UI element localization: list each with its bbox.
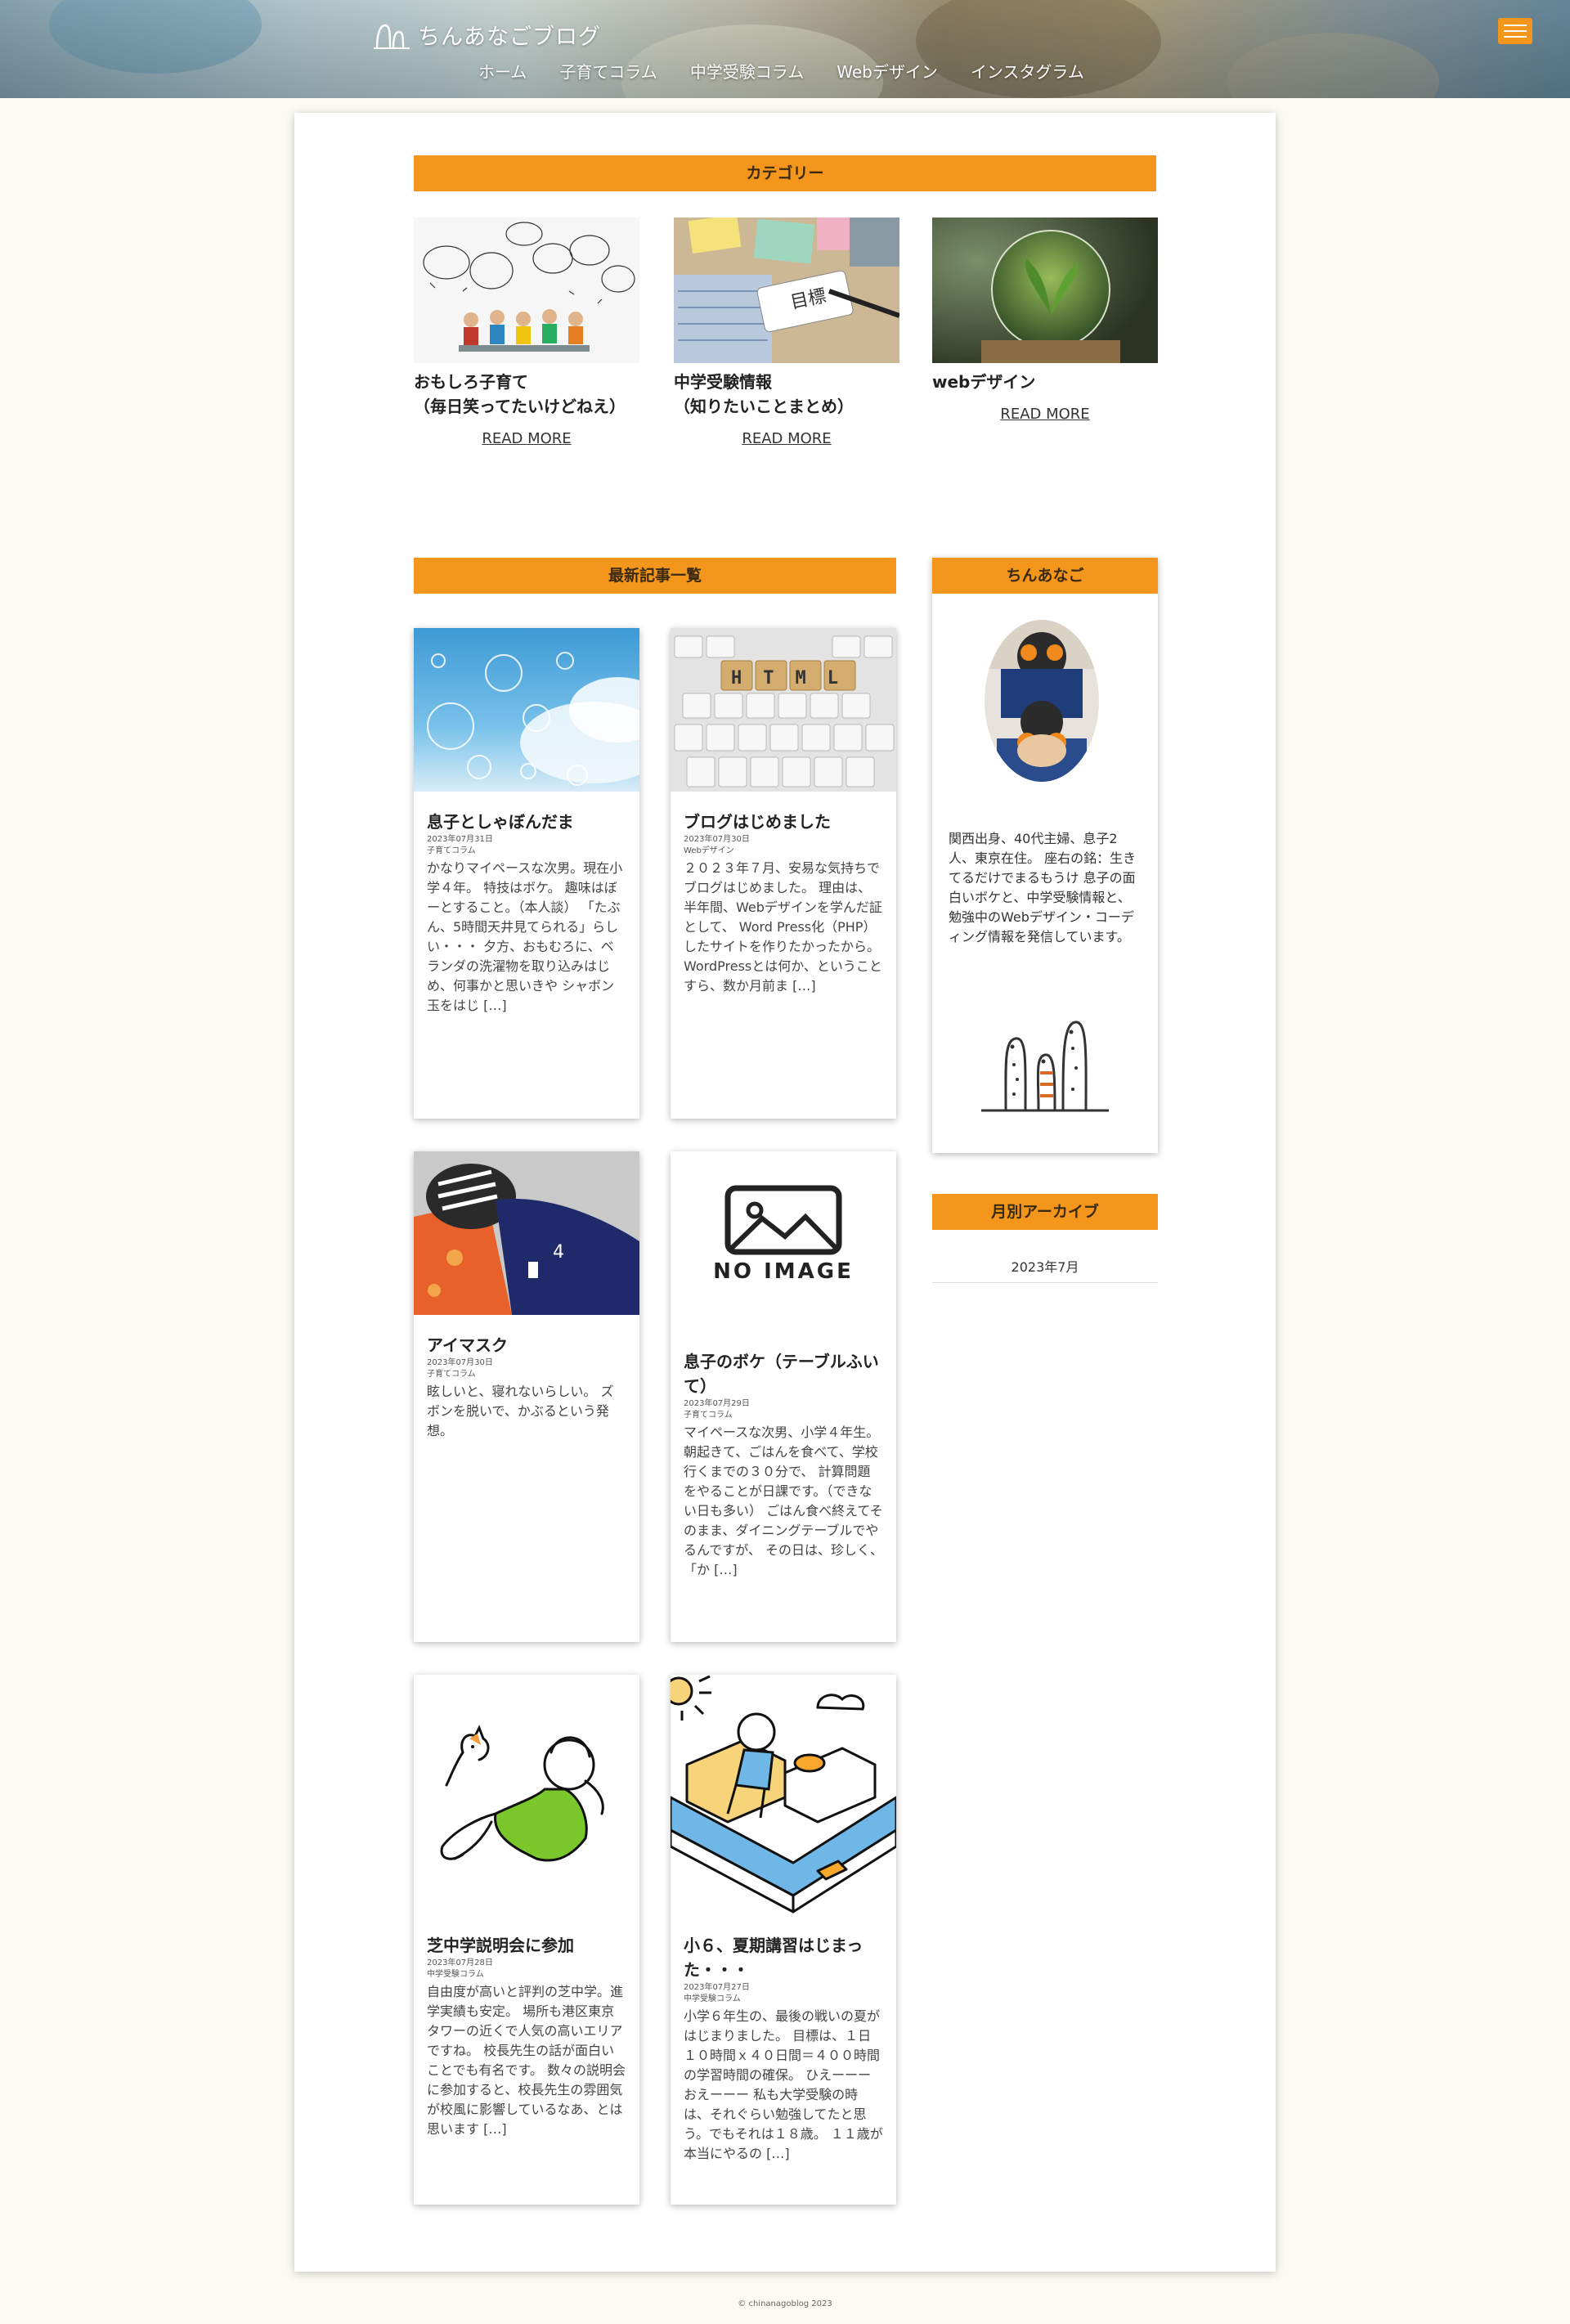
global-nav: ホーム 子育てコラム 中学受験コラム Webデザイン インスタグラム — [478, 59, 1084, 83]
post-thumbnail[interactable] — [671, 1675, 896, 1920]
notebook-stationery-photo — [674, 218, 899, 363]
site-title: ちんあなごブログ — [418, 24, 601, 50]
category-heading: カテゴリー — [414, 155, 1156, 191]
post-date: 2023年07月27日 — [684, 1983, 750, 1992]
children-reading-illustration — [423, 222, 635, 352]
category-title[interactable]: 中学受験情報 （知りたいことまとめ） — [674, 370, 899, 419]
post-title[interactable]: 息子としゃぼんだま — [427, 810, 626, 834]
post-category[interactable]: 子育てコラム — [427, 1369, 626, 1380]
soap-bubbles-photo — [427, 652, 639, 786]
category-title[interactable]: おもしろ子育て （毎日笑ってたいけどねえ） — [414, 370, 639, 419]
read-more-link[interactable]: READ MORE — [674, 430, 899, 447]
post-card[interactable]: NO IMAGE 息子のボケ（テーブルふいて） 2023年07月29日 子育てコ… — [671, 1151, 896, 1642]
post-date: 2023年07月29日 — [684, 1399, 750, 1408]
category-thumbnail[interactable]: 目標 — [674, 218, 899, 363]
nav-exam[interactable]: 中学受験コラム — [690, 59, 804, 83]
category-thumbnail[interactable] — [932, 218, 1158, 363]
post-category[interactable]: 中学受験コラム — [684, 1994, 883, 2005]
child-studying-illustration — [671, 1675, 896, 1913]
post-title[interactable]: アイマスク — [427, 1333, 626, 1357]
keyboard-html-blocks-photo — [671, 628, 896, 792]
no-image-placeholder-icon — [724, 1185, 842, 1255]
person-relaxing-with-cat-illustration — [440, 1725, 604, 1862]
read-more-link[interactable]: READ MORE — [414, 430, 639, 447]
post-title[interactable]: ブログはじめました — [684, 810, 883, 834]
jersey-number: 4 — [553, 1242, 564, 1263]
post-thumbnail[interactable]: NO IMAGE — [671, 1151, 896, 1339]
post-excerpt: かなりマイペースな次男。現在小学４年。 特技はボケ。 趣味はぼーとすること。（本… — [427, 860, 623, 1013]
post-category[interactable]: 中学受験コラム — [427, 1969, 626, 1981]
menu-icon-line — [1504, 36, 1527, 38]
profile-widget: ちんあなご 関西出身、40代主婦、息子2人、東京在住。 座右の銘：生きてるだけで… — [932, 558, 1158, 1153]
category-card[interactable]: 目標 中学受験情報 （知りたいことまとめ） READ MORE — [674, 218, 899, 447]
post-category[interactable]: 子育てコラム — [684, 1410, 883, 1421]
archive-heading: 月別アーカイブ — [932, 1194, 1158, 1230]
latest-posts-heading: 最新記事一覧 — [414, 558, 896, 594]
post-date: 2023年07月28日 — [427, 1958, 493, 1967]
post-card[interactable]: 4 アイマスク 2023年07月30日 子育てコラム 眩しいと、寝れないらしい。… — [414, 1151, 639, 1642]
nav-webdesign[interactable]: Webデザイン — [837, 59, 938, 83]
nav-parenting[interactable]: 子育てコラム — [559, 59, 657, 83]
profile-heading: ちんあなご — [932, 558, 1158, 594]
garden-eel-logo-icon — [374, 24, 410, 49]
post-card[interactable]: 息子としゃぼんだま 2023年07月31日 子育てコラム かなりマイペースな次男… — [414, 628, 639, 1119]
post-thumbnail[interactable] — [414, 1675, 639, 1920]
glass-sphere-plant-photo — [932, 218, 1158, 363]
avatar — [985, 620, 1099, 782]
category-card[interactable]: webデザイン READ MORE — [932, 218, 1158, 423]
post-category[interactable]: Webデザイン — [684, 846, 883, 857]
garden-eel-illustration — [981, 1021, 1109, 1112]
post-excerpt: ２０２３年７月、安易な気持ちでブログはじめました。 理由は、半年間、Webデザイ… — [684, 860, 882, 994]
hamburger-menu-button[interactable] — [1498, 18, 1532, 44]
post-category[interactable]: 子育てコラム — [427, 846, 626, 857]
main-content: カテゴリー おもしろ子育て （毎日笑ってたいけどねえ） READ MORE 目標… — [294, 113, 1276, 2272]
post-title[interactable]: 芝中学説明会に参加 — [427, 1933, 626, 1958]
post-card[interactable]: 芝中学説明会に参加 2023年07月28日 中学受験コラム 自由度が高いと評判の… — [414, 1675, 639, 2205]
post-title[interactable]: 小６、夏期講習はじまった・・・ — [684, 1933, 883, 1982]
post-card[interactable]: 小６、夏期講習はじまった・・・ 2023年07月27日 中学受験コラム 小学６年… — [671, 1675, 896, 2205]
boy-sleeping-eye-mask-photo: 4 — [414, 1151, 639, 1315]
post-excerpt: 眩しいと、寝れないらしい。 ズボンを脱いで、かぶるという発想。 — [427, 1384, 614, 1438]
category-title[interactable]: webデザイン — [932, 370, 1158, 394]
post-card[interactable]: HTML ブログはじめました 2023年07月30日 Webデザイン ２０２３年… — [671, 628, 896, 1119]
post-excerpt: 自由度が高いと評判の芝中学。進学実績も安定。 場所も港区東京タワーの近くで人気の… — [427, 1984, 626, 2137]
menu-icon-line — [1504, 25, 1527, 26]
category-card[interactable]: おもしろ子育て （毎日笑ってたいけどねえ） READ MORE — [414, 218, 639, 447]
html-blocks-text: HTML — [731, 668, 859, 689]
post-thumbnail[interactable]: HTML — [671, 628, 896, 792]
post-date: 2023年07月30日 — [427, 1358, 493, 1367]
children-with-oranges-photo — [985, 620, 1099, 782]
post-excerpt: マイペースな次男、小学４年生。 朝起きて、ごはんを食べて、学校行くまでの３０分で… — [684, 1424, 883, 1577]
archive-month-link[interactable]: 2023年7月 — [932, 1256, 1158, 1283]
site-header: ちんあなごブログ ホーム 子育てコラム 中学受験コラム Webデザイン インスタ… — [0, 0, 1570, 98]
menu-icon-line — [1504, 30, 1527, 32]
post-thumbnail[interactable]: 4 — [414, 1151, 639, 1315]
read-more-link[interactable]: READ MORE — [932, 406, 1158, 423]
post-excerpt: 小学６年生の、最後の戦いの夏がはじまりました。 目標は、１日１０時間ｘ４０日間＝… — [684, 2008, 883, 2161]
category-thumbnail[interactable] — [414, 218, 639, 363]
profile-bio: 関西出身、40代主婦、息子2人、東京在住。 座右の銘：生きてるだけでまるもうけ … — [949, 831, 1137, 944]
post-date: 2023年07月30日 — [684, 835, 750, 844]
no-image-label: NO IMAGE — [713, 1259, 854, 1284]
footer-copyright: © chinanagoblog 2023 — [738, 2299, 832, 2308]
post-date: 2023年07月31日 — [427, 835, 493, 844]
post-title[interactable]: 息子のボケ（テーブルふいて） — [684, 1349, 883, 1398]
post-thumbnail[interactable] — [414, 628, 639, 792]
nav-instagram[interactable]: インスタグラム — [971, 59, 1084, 83]
site-logo[interactable]: ちんあなごブログ — [372, 16, 601, 52]
nav-home[interactable]: ホーム — [478, 59, 527, 83]
